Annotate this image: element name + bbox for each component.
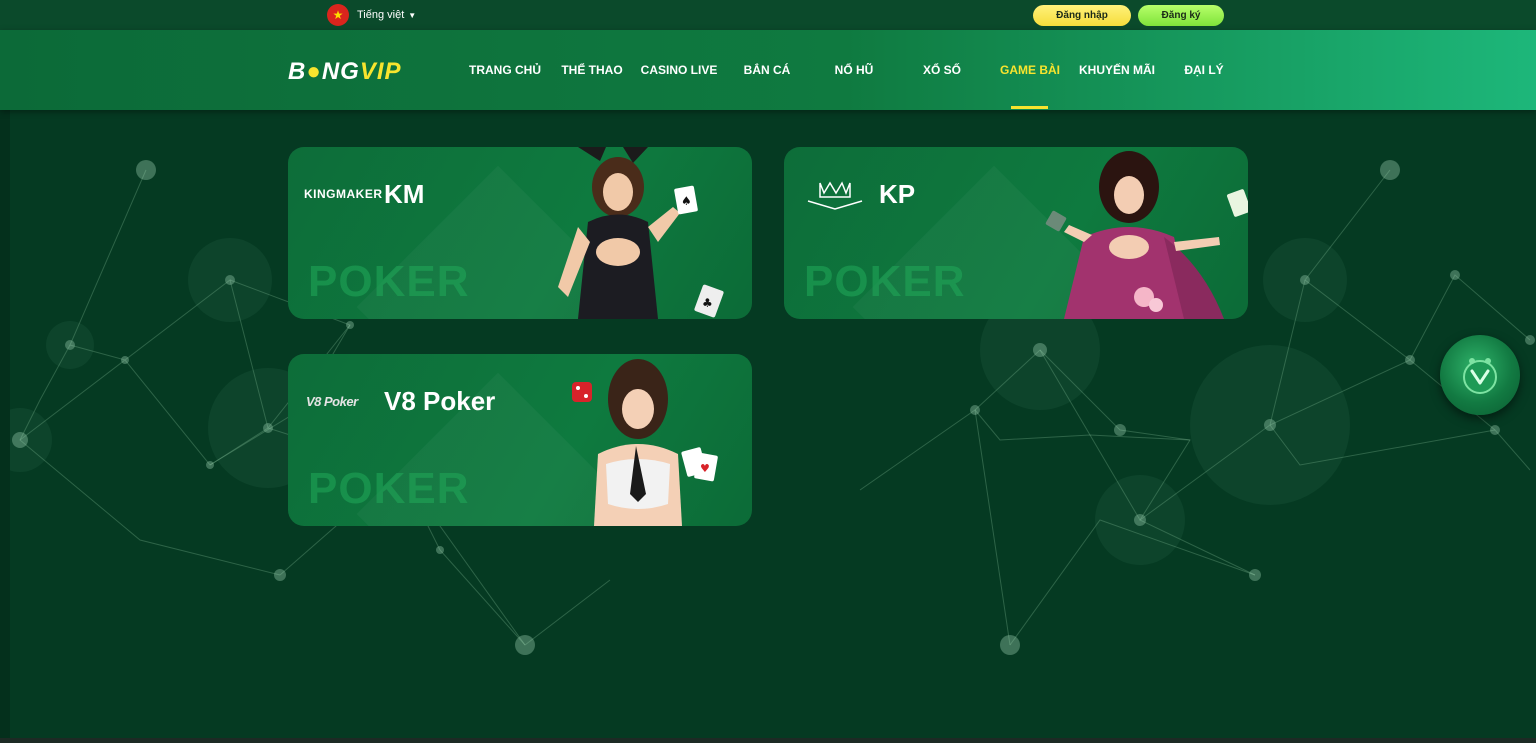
card-background-word: POKER [308,464,470,513]
crown-provider-logo [807,181,863,210]
game-title: KM [384,179,425,209]
main-header: B●NGVIP TRANG CHỦ THỂ THAO CASINO LIVE B… [0,30,1536,110]
nav-xo-so[interactable]: XỔ SỐ [910,30,974,110]
active-nav-indicator [1011,106,1048,109]
main-nav: TRANG CHỦ THỂ THAO CASINO LIVE BẮN CÁ NỔ… [0,30,1536,110]
nav-ban-ca[interactable]: BẮN CÁ [732,30,802,110]
svg-text:♣: ♣ [702,296,713,310]
nav-khuyen-mai[interactable]: KHUYẾN MÃI [1074,30,1160,110]
game-card-kp[interactable]: POKER KP [784,147,1248,319]
kingmaker-logo: KINGMAKER [304,187,383,201]
register-button[interactable]: Đăng ký [1138,5,1224,26]
card-character-illustration [1045,151,1248,319]
game-title: V8 Poker [384,386,496,416]
svg-text:♥: ♥ [700,462,710,475]
card-character-illustration: ♠ ♣ [558,147,724,319]
game-card-v8-poker[interactable]: POKER V8 Poker V8 Poker ♥ [288,354,752,526]
login-button[interactable]: Đăng nhập [1033,5,1131,26]
left-edge [0,110,10,743]
v8-poker-logo: V8 Poker [306,394,358,409]
nav-game-bai[interactable]: GAME BÀI [994,30,1066,110]
vietnam-flag-icon: ★ [327,4,349,26]
language-label: Tiếng việt [357,9,405,21]
bong-mascot-icon [1463,358,1497,394]
nav-trang-chu[interactable]: TRANG CHỦ [462,30,548,110]
floating-mascot-button[interactable] [1440,335,1520,415]
nav-the-thao[interactable]: THỂ THAO [558,30,626,110]
top-bar: ★ Tiếng việt ▼ Đăng nhập Đăng ký [0,0,1536,30]
game-card-km[interactable]: POKER KINGMAKER KM ♠ ♣ [288,147,752,319]
game-title: KP [879,179,916,209]
language-selector[interactable]: ★ Tiếng việt ▼ [327,4,416,26]
card-background-word: POKER [308,257,470,306]
nav-dai-ly[interactable]: ĐẠI LÝ [1170,30,1238,110]
caret-down-icon: ▼ [408,10,417,20]
network-background [0,160,1535,655]
card-background-word: POKER [804,257,966,306]
bottom-bar [0,738,1536,743]
nav-no-hu[interactable]: NỔ HŨ [822,30,886,110]
card-character-illustration: ♥ [572,359,718,526]
nav-casino-live[interactable]: CASINO LIVE [636,30,722,110]
svg-text:♠: ♠ [681,194,692,208]
